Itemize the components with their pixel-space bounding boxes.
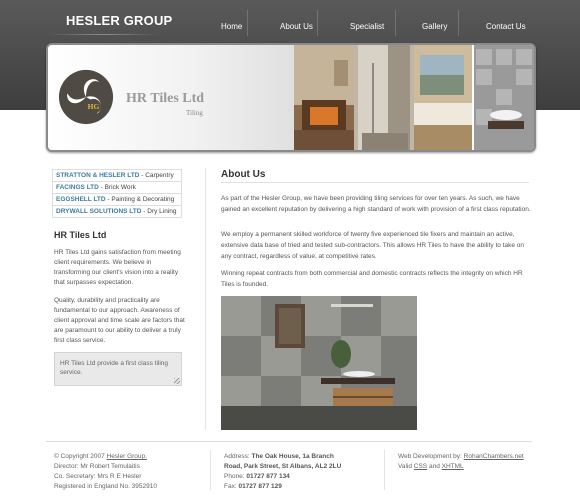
emblem-initials: HG — [88, 102, 100, 111]
and-text: and — [427, 463, 442, 470]
banner-photo-basin — [474, 45, 534, 150]
logo-underline — [48, 34, 158, 35]
main-nav: Home About Us Specialist Gallery Contact… — [200, 0, 580, 40]
banner-brand-subtitle: Tiling — [186, 109, 203, 117]
page-title: About Us — [221, 169, 266, 180]
bathroom-photo — [221, 296, 417, 430]
address-line-1: The Oak House, 1a Branch — [251, 453, 334, 460]
column-divider — [205, 168, 206, 430]
company-list: STRATTON & HESLER LTD - Carpentry FACING… — [52, 169, 182, 218]
company-service: - Dry Lining — [141, 208, 177, 215]
about-paragraph: As part of the Hesler Group, we have bee… — [221, 195, 531, 213]
nav-gallery[interactable]: Gallery — [422, 22, 447, 31]
secretary-text: Co. Secretary: Mrs R E Hesler — [54, 473, 142, 480]
site-logo[interactable]: HESLER GROUP — [66, 13, 172, 28]
registration-text: Registered in England No. 3952910 — [54, 483, 157, 490]
sidebar-title: HR Tiles Ltd — [54, 230, 107, 240]
rohan-chambers-link[interactable]: RohanChambers.net — [464, 453, 524, 460]
address-line-2: Road, Park Street, St Albans, AL2 2LU — [224, 463, 342, 470]
sidebar-quote-text: HR Tiles Ltd provide a first class tilin… — [60, 360, 169, 376]
banner-photo-bath — [414, 45, 472, 150]
webdev-label: Web Development by: — [398, 453, 464, 460]
company-link-drywall-solutions[interactable]: DRYWALL SOLUTIONS LTD - Dry Lining — [52, 205, 182, 218]
valid-label: Valid — [398, 463, 414, 470]
footer-credits: Web Development by: RohanChambers.net Va… — [398, 452, 538, 472]
address-label: Address: — [224, 453, 252, 460]
fax-label: Fax: — [224, 483, 239, 490]
banner-photo-fireplace — [294, 45, 354, 150]
resize-grip-icon[interactable] — [174, 378, 180, 384]
nav-contact-us[interactable]: Contact Us — [486, 22, 526, 31]
banner-brand-panel: HG HR Tiles Ltd Tiling — [48, 45, 294, 150]
nav-separator — [247, 10, 248, 36]
triskelion-emblem-icon: HG — [58, 69, 114, 125]
footer-separator — [384, 450, 385, 490]
hesler-group-link[interactable]: Hesler Group. — [107, 453, 147, 460]
sidebar-quote-box: HR Tiles Ltd provide a first class tilin… — [54, 352, 182, 386]
css-validation-link[interactable]: CSS — [414, 463, 427, 470]
about-paragraph: Winning repeat contracts from both comme… — [221, 270, 523, 288]
copyright-text: © Copyright 2007 — [54, 453, 107, 460]
title-underline — [221, 182, 529, 183]
nav-separator — [395, 10, 396, 36]
banner-photo-shower — [354, 45, 414, 150]
footer-separator — [210, 450, 211, 490]
footer-contact-info: Address: The Oak House, 1a Branch Road, … — [224, 452, 384, 492]
director-text: Director: Mr Robert Temulaitis — [54, 463, 140, 470]
company-name[interactable]: STRATTON & HESLER LTD — [56, 172, 139, 179]
nav-home[interactable]: Home — [221, 22, 242, 31]
company-service: - Carpentry — [139, 172, 174, 179]
sidebar-paragraph: HR Tiles Ltd gains satisfaction from mee… — [54, 249, 181, 286]
footer-divider — [46, 441, 532, 442]
sidebar-paragraph: Quality, durability and practicality are… — [54, 297, 185, 344]
phone-number: 01727 877 134 — [246, 473, 290, 480]
company-link-stratton-hesler[interactable]: STRATTON & HESLER LTD - Carpentry — [52, 169, 182, 181]
company-service: - Brick Work — [98, 184, 136, 191]
company-name[interactable]: EGGSHELL LTD — [56, 196, 106, 203]
nav-about-us[interactable]: About Us — [280, 22, 313, 31]
nav-separator — [317, 10, 318, 36]
banner-brand-name: HR Tiles Ltd — [126, 91, 205, 106]
fax-number: 01727 877 129 — [238, 483, 282, 490]
phone-label: Phone: — [224, 473, 247, 480]
footer-company-info: © Copyright 2007 Hesler Group. Director:… — [54, 452, 214, 492]
company-link-facings[interactable]: FACINGS LTD - Brick Work — [52, 181, 182, 193]
company-name[interactable]: DRYWALL SOLUTIONS LTD — [56, 208, 141, 215]
about-paragraph: We employ a permanent skilled workforce … — [221, 231, 525, 260]
nav-specialist[interactable]: Specialist — [350, 22, 384, 31]
hero-banner: HG HR Tiles Ltd Tiling — [46, 43, 536, 152]
company-service: - Painting & Decorating — [105, 196, 175, 203]
company-name[interactable]: FACINGS LTD — [56, 184, 99, 191]
company-link-eggshell[interactable]: EGGSHELL LTD - Painting & Decorating — [52, 193, 182, 205]
xhtml-validation-link[interactable]: XHTML — [442, 463, 464, 470]
nav-separator — [458, 10, 459, 36]
